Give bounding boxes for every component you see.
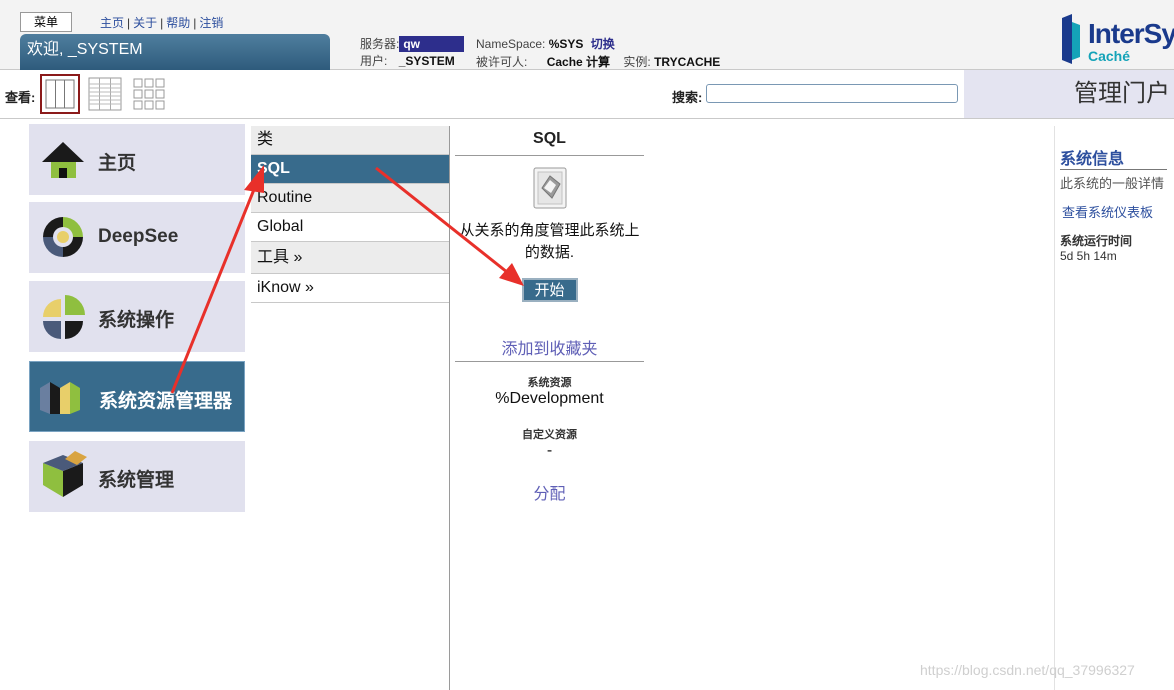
logout-link[interactable]: 注销 [199,16,223,30]
welcome-banner: 欢迎, _SYSTEM [20,34,330,70]
user-value: _SYSTEM [398,54,455,68]
help-link[interactable]: 帮助 [166,16,190,30]
licensee-label: 被许可人: [476,55,528,69]
switch-namespace-link[interactable]: 切换 [591,37,615,51]
nav-tile-system-operation[interactable]: 系统操作 [29,281,245,352]
search-input[interactable] [706,84,958,103]
submenu-item-sql[interactable]: SQL [251,155,450,184]
licensee-info: 被许可人: Cache 计算 实例: TRYCACHE [476,53,720,70]
search-label: 搜索: [672,90,703,105]
about-link[interactable]: 关于 [133,16,157,30]
custom-resource-label: 自定义资源 [522,429,577,441]
assign-link[interactable]: 分配 [455,480,644,504]
home-link[interactable]: 主页 [100,16,124,30]
namespace-info: NameSpace: %SYS 切换 [476,35,615,52]
columns-view-icon[interactable] [40,74,80,114]
uptime-label: 系统运行时间 [1060,234,1133,248]
nav-tile-system-explorer[interactable]: 系统资源管理器 [29,361,245,432]
intersystems-logo: InterSy Caché [1056,10,1174,66]
licensee-value: Cache 计算 [546,55,611,69]
view-dashboard-link[interactable]: 查看系统仪表板 [1060,202,1174,221]
brand-name: InterSy [1088,18,1174,49]
brand-sub: Caché [1088,48,1131,64]
nav-tile-system-admin[interactable]: 系统管理 [29,441,245,512]
portal-title: 管理门户 [964,70,1174,118]
nav-label-system-operation: 系统操作 [98,310,175,331]
deepsee-icon [43,217,83,257]
instance-label: 实例: [623,55,651,69]
instance-value: TRYCACHE [654,55,721,69]
add-to-favorites-link[interactable]: 添加到收藏夹 [455,335,644,362]
uptime-value: 5d 5h 14m [1060,249,1117,263]
resource-value: %Development [495,390,604,407]
right-divider [1054,126,1055,690]
nav-label-deepsee: DeepSee [98,226,179,247]
nav-label-system-explorer: 系统资源管理器 [99,391,233,412]
submenu-item-global[interactable]: Global [251,213,450,242]
top-links: 主页 | 关于 | 帮助 | 注销 [100,16,224,30]
nav-label-home: 主页 [98,153,137,174]
watermark: https://blog.csdn.net/qq_37996327 [920,662,1135,678]
detail-description: 从关系的角度管理此系统上的数据. [459,222,640,261]
server-info: 服务器: qw [360,35,465,52]
server-label: 服务器: [360,37,400,51]
list-view-icon[interactable] [85,74,125,114]
submenu-item-iknow[interactable]: iKnow » [251,274,450,303]
user-label: 用户: [360,54,388,68]
detail-panel: SQL 从关系的角度管理此系统上的数据. 开始 添加到收藏夹 系统资源 %Dev… [455,126,644,504]
home-icon [42,142,84,178]
view-label: 查看: [5,90,36,105]
system-operation-icon [43,295,85,339]
column-divider [449,126,450,690]
system-info-title: 系统信息 [1060,145,1167,170]
nav-label-system-admin: 系统管理 [98,470,175,491]
start-button[interactable]: 开始 [521,278,578,302]
system-admin-icon [43,451,87,497]
namespace-value: %SYS [548,37,584,51]
server-value: qw [399,36,465,52]
top-header: 菜单 主页 | 关于 | 帮助 | 注销 欢迎, _SYSTEM 服务器: qw 用户: _S… [0,0,1174,70]
menu-button[interactable]: 菜单 [20,12,72,32]
detail-title: SQL [455,126,644,156]
toolbar: 查看: 搜索: 管理门户 [0,70,1174,119]
nav-tile-deepsee[interactable]: DeepSee [29,202,245,273]
namespace-label: NameSpace: [476,37,546,51]
explorer-submenu: 类 SQL Routine Global 工具 » iKnow » [251,126,450,303]
submenu-item-classes[interactable]: 类 [251,126,450,155]
resource-label: 系统资源 [527,377,572,389]
submenu-item-routine[interactable]: Routine [251,184,450,213]
system-info-subtitle: 此系统的一般详情 [1060,176,1165,191]
nav-tile-home[interactable]: 主页 [29,124,245,195]
grid-view-icon[interactable] [129,74,169,114]
submenu-item-tools[interactable]: 工具 » [251,242,450,274]
sql-icon [533,167,566,209]
logo-mark-icon [1062,14,1080,64]
user-info: 用户: _SYSTEM [360,52,455,69]
system-info-panel: 系统信息 此系统的一般详情 查看系统仪表板 系统运行时间 5d 5h 14m [1060,145,1174,263]
system-explorer-icon [40,382,80,414]
custom-resource-value: - [546,442,553,459]
